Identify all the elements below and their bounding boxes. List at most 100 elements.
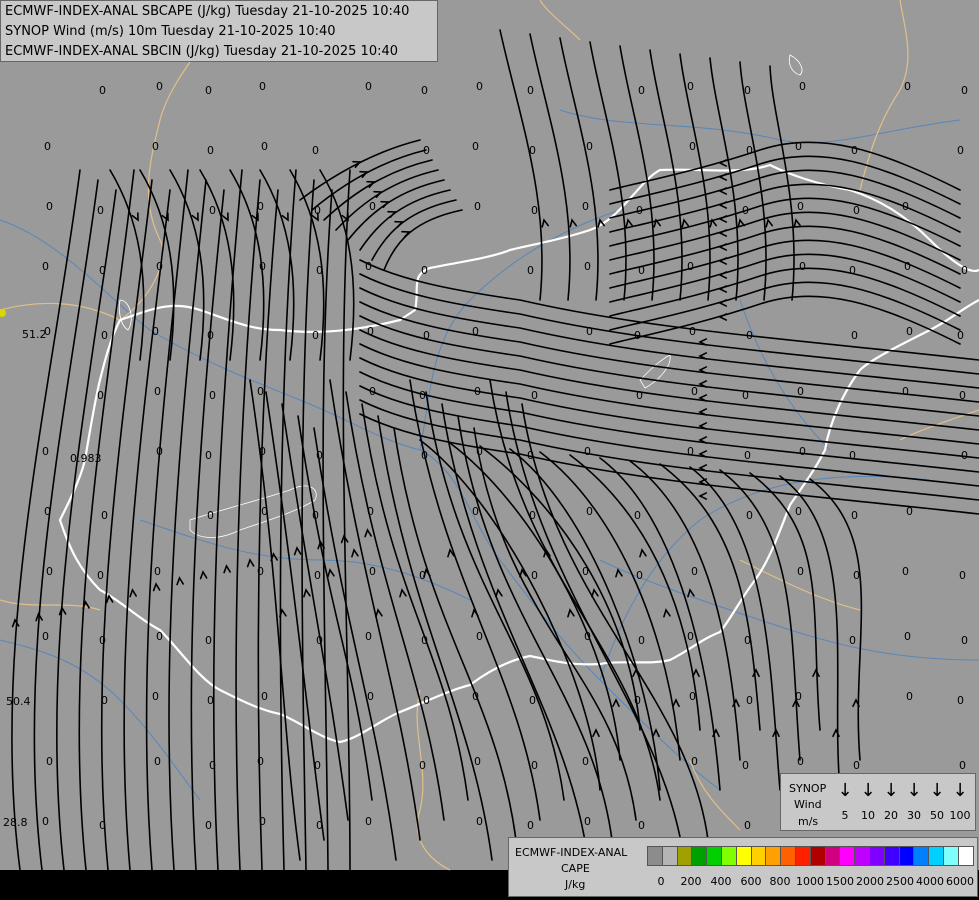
cin-value-label: 0 [529,509,536,522]
cin-value-label: 0 [156,80,163,93]
cin-value-label: 0 [97,389,104,402]
cin-value-label: 0 [961,634,968,647]
cin-value-label: 0 [531,759,538,772]
cape-legend-subtitle: CAPE [561,862,590,875]
cin-value-label: 0 [634,694,641,707]
cin-value-label: 0 [97,569,104,582]
cin-value-label: 0 [261,505,268,518]
cin-value-label: 0 [957,694,964,707]
cin-value-label: 0 [746,694,753,707]
cin-value-label: 0 [638,634,645,647]
cape-color-swatch [765,846,782,866]
cin-value-label: 0 [472,505,479,518]
cin-value-label: 0 [961,449,968,462]
cin-value-label: 0 [474,755,481,768]
cin-value-label: 0 [316,449,323,462]
cin-value-label: 0 [638,819,645,832]
cin-value-label: 0 [367,690,374,703]
cin-value-label: 0 [636,204,643,217]
cin-value-label: 0 [419,389,426,402]
cape-tick-label: 0 [657,875,665,888]
cin-value-label: 0 [959,759,966,772]
cin-value-label: 0 [799,445,806,458]
cin-value-label: 0 [527,449,534,462]
cin-value-label: 0 [99,84,106,97]
cin-value-label: 0 [369,385,376,398]
cin-value-label: 0 [316,819,323,832]
map-viewer: 0 0 0 0 0 0 0 0 0 0 0 0 0 0 0 0 0 0 0 0 0 0 0 0 0 0 0 0 0 0 0 0 0 0 0 0 0 0 0 0… [0,0,979,900]
cape-colorbar-legend: ECMWF-INDEX-ANAL CAPE J/kg 0 200 400 600 800… [508,837,978,897]
cape-color-swatch [691,846,708,866]
cin-value-label: 0 [799,80,806,93]
cin-value-label: 0 [638,84,645,97]
cin-value-label: 0 [46,565,53,578]
cin-value-label: 0 [474,385,481,398]
title-panel: ECMWF-INDEX-ANAL SBCAPE (J/kg) Tuesday 2… [0,0,438,62]
cin-value-label: 0 [259,80,266,93]
cin-title: ECMWF-INDEX-ANAL SBCIN (J/kg) Tuesday 21… [5,44,399,59]
cin-value-label: 0 [527,84,534,97]
cin-value-label: 0 [689,325,696,338]
cin-value-label: 0 [957,144,964,157]
cin-value-label: 0 [365,630,372,643]
cin-value-label: 0 [257,565,264,578]
cin-value-label: 0 [207,694,214,707]
weather-map[interactable]: 0 0 0 0 0 0 0 0 0 0 0 0 0 0 0 0 0 0 0 0 0 0 0 0 0 0 0 0 0 0 0 0 0 0 0 0 0 0 0 0… [0,0,979,900]
cin-value-label: 0 [849,264,856,277]
cape-color-swatch [824,846,841,866]
cin-value-label: 0 [154,565,161,578]
wind-arrow-icon: ↓ [906,780,922,801]
cin-value-label: 0 [906,505,913,518]
cape-color-swatch [883,846,900,866]
cape-color-swatch [676,846,693,866]
cin-value-label: 0 [423,329,430,342]
cin-value-label: 0 [634,509,641,522]
cin-value-label: 0 [314,204,321,217]
cin-value-label: 0 [689,140,696,153]
cin-value-label: 0 [101,329,108,342]
cin-value-label: 0 [257,755,264,768]
synop-legend-title: SYNOP [789,782,827,795]
cin-value-label: 0 [851,144,858,157]
cin-value-label: 0 [421,449,428,462]
station-value: 28.8 [3,816,28,829]
cape-tick-label: 600 [740,875,762,888]
cape-legend-title: ECMWF-INDEX-ANAL [515,846,628,859]
cin-value-label: 0 [259,445,266,458]
cin-value-label: 0 [902,565,909,578]
cape-color-swatch [898,846,915,866]
cin-value-label: 0 [312,509,319,522]
cin-value-label: 0 [531,389,538,402]
cin-value-label: 0 [207,509,214,522]
cape-color-swatch [809,846,826,866]
station-value: 0.983 [70,452,102,465]
cin-value-label: 0 [531,569,538,582]
cin-value-label: 0 [476,630,483,643]
cin-value-label: 0 [152,690,159,703]
cape-color-swatch [854,846,870,866]
cin-value-label: 0 [316,634,323,647]
cin-value-label: 0 [314,759,321,772]
cin-value-label: 0 [687,80,694,93]
cin-value-label: 0 [636,569,643,582]
cin-value-label: 0 [476,80,483,93]
cape-color-swatch [721,846,737,866]
cape-title: ECMWF-INDEX-ANAL SBCAPE (J/kg) Tuesday 2… [5,4,410,19]
cin-value-label: 0 [853,569,860,582]
cin-value-label: 0 [904,630,911,643]
cape-color-swatch [780,846,796,866]
synop-speed-label: 30 [907,809,921,822]
synop-wind-legend: SYNOP Wind m/s ↓ 5 ↓ 10 ↓ 20 ↓ 30 ↓ 50 ↓ 100 [780,773,976,831]
cin-value-label: 0 [99,264,106,277]
cin-value-label: 0 [209,204,216,217]
cin-value-label: 0 [797,755,804,768]
cin-value-label: 0 [744,819,751,832]
cin-value-label: 0 [99,634,106,647]
cape-tick-label: 800 [769,875,791,888]
cin-value-label: 0 [586,505,593,518]
cape-color-swatch [839,846,856,866]
cape-legend-unit: J/kg [565,878,586,891]
cin-value-label: 0 [744,449,751,462]
cin-value-label: 0 [156,630,163,643]
cape-tick-label: 2500 [886,875,914,888]
